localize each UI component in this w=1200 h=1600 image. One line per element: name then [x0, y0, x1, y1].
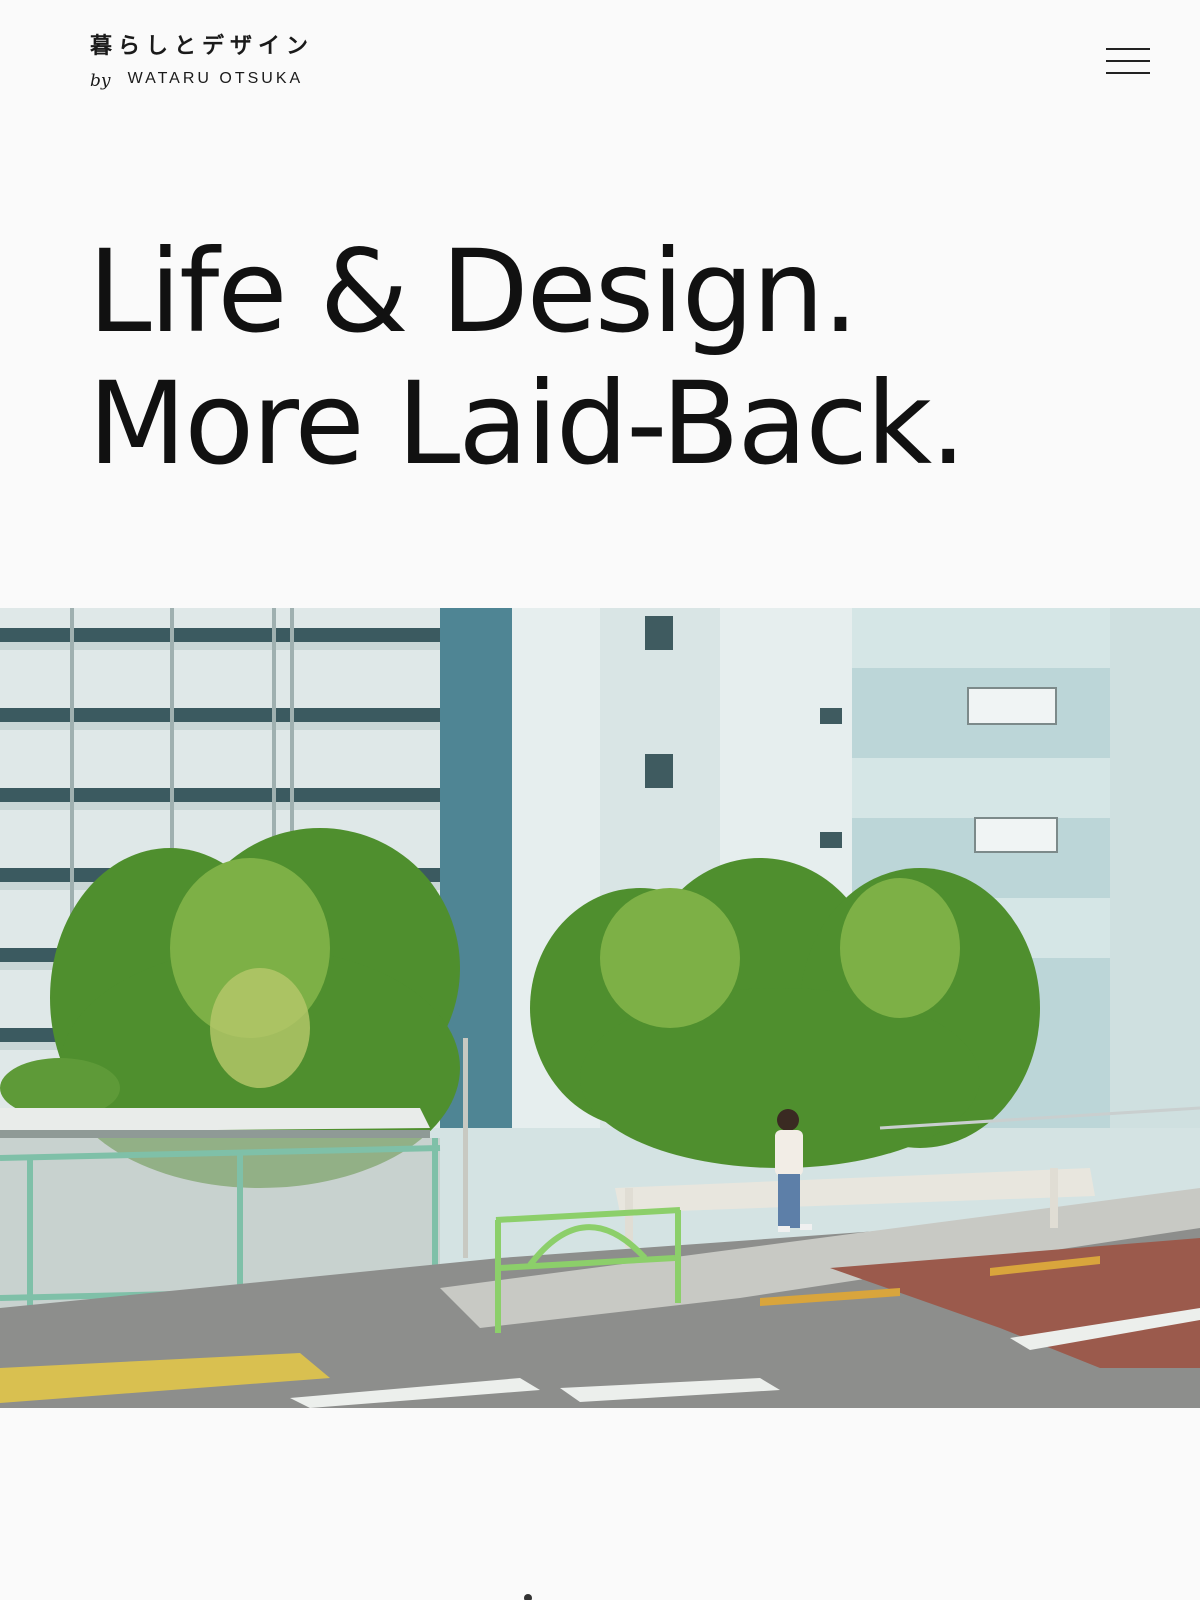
menu-line	[1106, 60, 1150, 62]
logo-byline: by WATARU OTSUKA	[90, 68, 314, 91]
logo-japanese-title: 暮らしとデザイン	[90, 34, 315, 59]
page: 暮らしとデザイン by WATARU OTSUKA Life & Design.…	[0, 0, 1200, 1600]
hero-photo-illustration	[0, 608, 1200, 1408]
headline-line-2: More Laid-Back.	[88, 357, 966, 490]
menu-line	[1106, 72, 1150, 74]
hamburger-menu-icon[interactable]	[1100, 44, 1150, 78]
site-logo[interactable]: 暮らしとデザイン by WATARU OTSUKA	[90, 32, 315, 91]
menu-line	[1106, 48, 1150, 50]
hero-headline: Life & Design. More Laid-Back.	[88, 225, 966, 490]
scroll-indicator	[524, 1594, 532, 1600]
logo-by: by	[90, 71, 111, 91]
hero-photo	[0, 608, 1200, 1408]
headline-line-1: Life & Design.	[88, 225, 859, 358]
logo-author-name: WATARU OTSUKA	[127, 70, 304, 87]
